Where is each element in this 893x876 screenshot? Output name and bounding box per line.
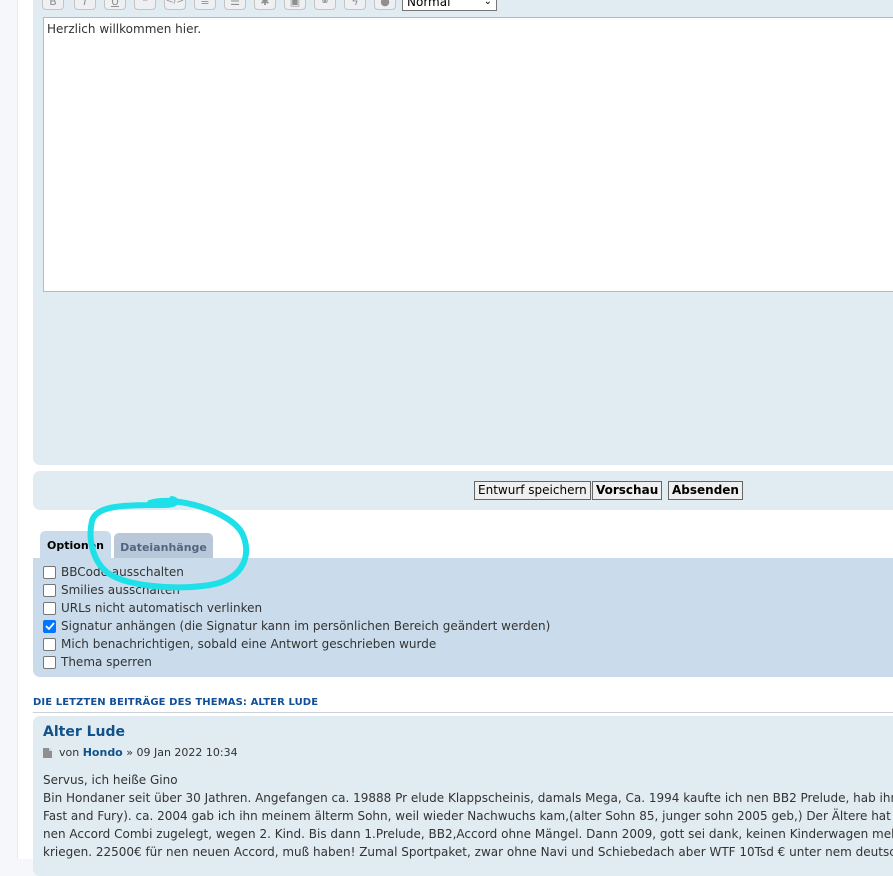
- code-icon[interactable]: </>: [164, 0, 186, 10]
- post-separator: »: [126, 746, 133, 759]
- post-line: kriegen. 22500€ für nen neuen Accord, mu…: [43, 845, 893, 859]
- option-label: Thema sperren: [61, 655, 152, 669]
- color-icon[interactable]: ●: [374, 0, 396, 10]
- submit-button[interactable]: Absenden: [668, 481, 743, 500]
- post-date: 09 Jan 2022 10:34: [136, 746, 238, 759]
- save-draft-button[interactable]: Entwurf speichern: [474, 481, 591, 500]
- annotation-circle: [87, 496, 250, 591]
- post-meta: von Hondo » 09 Jan 2022 10:34: [43, 746, 238, 759]
- flash-icon[interactable]: ϟ: [344, 0, 366, 10]
- post-title[interactable]: Alter Lude: [43, 724, 125, 740]
- option-label: Mich benachrichtigen, sobald eine Antwor…: [61, 637, 437, 651]
- list-icon[interactable]: ≡: [194, 0, 216, 10]
- post-icon[interactable]: [43, 747, 52, 758]
- chevron-down-icon: ⌄: [483, 0, 492, 7]
- image-icon[interactable]: ▣: [284, 0, 306, 10]
- numbered-list-icon[interactable]: ☰: [224, 0, 246, 10]
- italic-icon[interactable]: I: [74, 0, 96, 10]
- post-line: Servus, ich heiße Gino: [43, 773, 178, 787]
- option-row[interactable]: Signatur anhängen (die Signatur kann im …: [43, 618, 550, 634]
- option-checkbox[interactable]: [43, 655, 56, 669]
- message-text: Herzlich willkommen hier.: [47, 22, 202, 36]
- link-icon[interactable]: ⚭: [314, 0, 336, 10]
- option-row[interactable]: Mich benachrichtigen, sobald eine Antwor…: [43, 636, 436, 652]
- option-label: Signatur anhängen (die Signatur kann im …: [61, 619, 551, 633]
- underline-icon[interactable]: U: [104, 0, 126, 10]
- font-size-value: Normal: [407, 0, 451, 9]
- font-size-select[interactable]: Normal ⌄: [402, 0, 497, 11]
- quote-icon[interactable]: ❝: [134, 0, 156, 10]
- post-by: von: [59, 746, 80, 759]
- divider: [33, 712, 893, 713]
- option-checkbox[interactable]: [43, 619, 56, 633]
- post-line: nen Accord Combi zugelegt, wegen 2. Kind…: [43, 827, 893, 841]
- option-row[interactable]: URLs nicht automatisch verlinken: [43, 600, 262, 616]
- message-textarea[interactable]: Herzlich willkommen hier.: [43, 17, 893, 292]
- list-item-icon[interactable]: ✱: [254, 0, 276, 10]
- preview-button[interactable]: Vorschau: [592, 481, 663, 500]
- bold-icon[interactable]: B: [42, 0, 64, 10]
- option-checkbox[interactable]: [43, 601, 56, 615]
- post-body: Servus, ich heiße Gino Bin Hondaner seit…: [43, 771, 893, 861]
- option-checkbox[interactable]: [43, 583, 56, 597]
- post-author[interactable]: Hondo: [83, 746, 123, 759]
- recent-posts-heading: DIE LETZTEN BEITRÄGE DES THEMAS: ALTER L…: [33, 697, 319, 708]
- option-label: URLs nicht automatisch verlinken: [61, 601, 263, 615]
- option-row[interactable]: Thema sperren: [43, 654, 152, 670]
- post-line: Fast and Fury). ca. 2004 gab ich ihn mei…: [43, 809, 893, 823]
- option-checkbox[interactable]: [43, 637, 56, 651]
- post-line: Bin Hondaner seit über 30 Jathren. Angef…: [43, 791, 893, 805]
- option-checkbox[interactable]: [43, 565, 56, 579]
